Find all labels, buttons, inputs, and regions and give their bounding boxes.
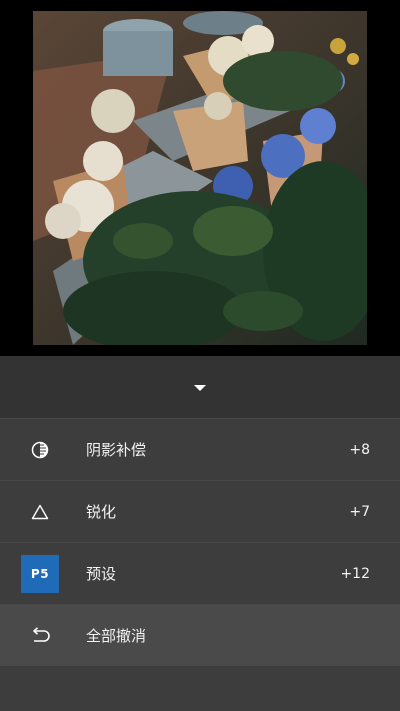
- collapse-panel-button[interactable]: [0, 356, 400, 418]
- preset-badge: P5: [21, 555, 59, 593]
- adjustment-value: +8: [349, 442, 370, 458]
- adjustment-list: 阴影补偿 +8 锐化 +7 P5 预设 +12 全部撤消: [0, 418, 400, 666]
- shadow-compensation-icon: [21, 431, 59, 469]
- adjustment-label: 锐化: [86, 503, 117, 521]
- adjustments-panel: 阴影补偿 +8 锐化 +7 P5 预设 +12 全部撤消: [0, 356, 400, 711]
- adjustment-value: +12: [340, 566, 370, 582]
- photo-preview-area: [0, 0, 400, 356]
- edited-photo: [33, 11, 367, 345]
- triangle-down-icon: [194, 385, 206, 391]
- adjustment-label: 阴影补偿: [86, 441, 147, 459]
- undo-all-label: 全部撤消: [86, 627, 147, 645]
- adjustment-label: 预设: [86, 565, 117, 583]
- undo-icon: [21, 617, 59, 655]
- adjustment-row-preset[interactable]: P5 预设 +12: [0, 542, 400, 604]
- triangle-outline-icon: [21, 493, 59, 531]
- panel-bottom: [0, 666, 400, 711]
- adjustment-row-sharpen[interactable]: 锐化 +7: [0, 480, 400, 542]
- undo-all-row[interactable]: 全部撤消: [0, 604, 400, 666]
- adjustment-value: +7: [349, 504, 370, 520]
- preset-badge-text: P5: [21, 555, 59, 593]
- adjustment-row-shadow-compensation[interactable]: 阴影补偿 +8: [0, 418, 400, 480]
